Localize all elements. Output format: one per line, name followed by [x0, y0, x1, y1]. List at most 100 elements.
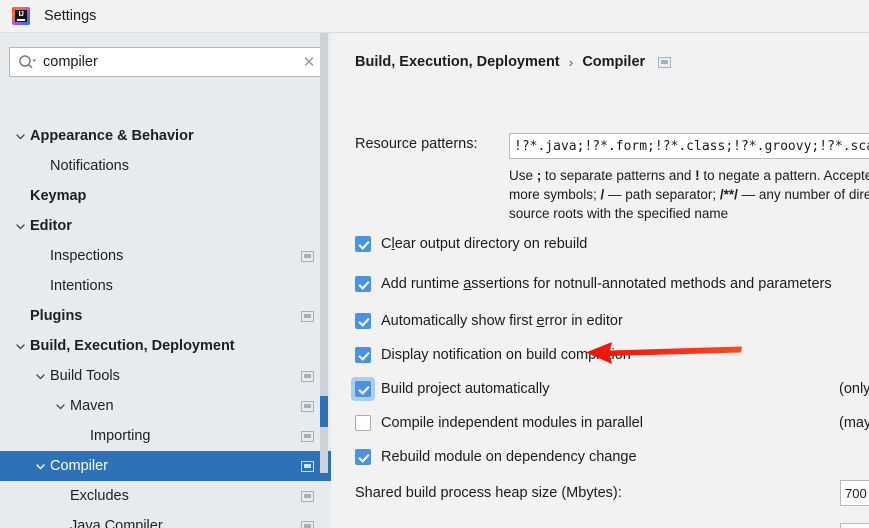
checkbox-display-notification-on-build[interactable]: Display notification on build completion [355, 344, 631, 366]
sidebar-item-label: Inspections [50, 247, 124, 264]
sidebar-item-label: Appearance & Behavior [30, 127, 194, 144]
checkbox-label: Add runtime assertions for notnull-annot… [381, 276, 832, 292]
heap-size-input[interactable] [840, 480, 869, 506]
search-box[interactable]: ✕ [9, 47, 322, 77]
vm-options-input[interactable] [840, 523, 869, 528]
resource-patterns-help: Use ; to separate patterns and ! to nega… [509, 166, 869, 223]
search-input[interactable] [37, 49, 297, 75]
help-line: Use ; to separate patterns and ! to nega… [509, 168, 869, 183]
checkbox-empty-icon[interactable] [355, 415, 371, 431]
logo-text: IJ [18, 11, 24, 18]
checkbox-clear-output-directory-on[interactable]: Clear output directory on rebuild [355, 233, 587, 255]
checkmark-icon[interactable] [355, 236, 371, 252]
checkbox-compile-independent-modules-in[interactable]: Compile independent modules in parallel [355, 412, 643, 434]
help-line: more symbols; / — path separator; /**/ —… [509, 187, 869, 202]
resource-patterns-input[interactable] [509, 133, 869, 159]
project-settings-icon [301, 520, 314, 528]
resource-patterns-label: Resource patterns: [355, 136, 478, 152]
title-bar: IJ Settings [0, 0, 869, 33]
sidebar-item-inspections[interactable]: Inspections [0, 241, 331, 271]
checkbox-note: (only works while not running / debuggin… [839, 381, 869, 397]
sidebar-item-label: Intentions [50, 277, 113, 294]
heap-size-label: Shared build process heap size (Mbytes): [355, 485, 622, 501]
chevron-down-icon[interactable] [52, 398, 68, 414]
compiler-settings-pane: Build, Execution, Deployment › Compiler … [331, 33, 869, 528]
checkbox-control[interactable] [355, 347, 381, 363]
window-title: Settings [44, 8, 97, 24]
sidebar-item-intentions[interactable]: Intentions [0, 271, 331, 301]
sidebar-item-build-tools[interactable]: Build Tools [0, 361, 331, 391]
sidebar-item-keymap[interactable]: Keymap [0, 181, 331, 211]
checkbox-control[interactable] [355, 276, 381, 292]
checkbox-rebuild-module-on-dependency[interactable]: Rebuild module on dependency change [355, 446, 637, 468]
project-settings-icon [301, 370, 314, 382]
chevron-down-icon[interactable] [32, 458, 48, 474]
sidebar-item-importing[interactable]: Importing [0, 421, 331, 451]
sidebar-item-label: Maven [70, 397, 114, 414]
sidebar-scrollbar-thumb[interactable] [320, 396, 328, 427]
checkbox-label: Display notification on build completion [381, 347, 631, 363]
checkbox-automatically-show-first-error[interactable]: Automatically show first error in editor [355, 310, 623, 332]
breadcrumb-root[interactable]: Build, Execution, Deployment [355, 54, 560, 70]
project-settings-icon [301, 310, 314, 322]
sidebar-item-excludes[interactable]: Excludes [0, 481, 331, 511]
checkmark-icon[interactable] [355, 449, 371, 465]
sidebar-item-label: Build, Execution, Deployment [30, 337, 235, 354]
sidebar-item-plugins[interactable]: Plugins [0, 301, 331, 331]
project-settings-icon [301, 490, 314, 502]
sidebar-item-maven[interactable]: Maven [0, 391, 331, 421]
chevron-down-icon[interactable] [32, 368, 48, 384]
checkbox-label: Rebuild module on dependency change [381, 449, 637, 465]
checkbox-add-runtime-assertions-for[interactable]: Add runtime assertions for notnull-annot… [355, 273, 832, 295]
sidebar-item-compiler[interactable]: Compiler [0, 451, 331, 481]
checkmark-icon[interactable] [355, 347, 371, 363]
checkbox-label: Build project automatically [381, 381, 550, 397]
checkbox-control[interactable] [355, 313, 381, 329]
heap-size-label-row: Shared build process heap size (Mbytes): [355, 485, 622, 501]
sidebar-item-appearance-behavior[interactable]: Appearance & Behavior [0, 121, 331, 151]
breadcrumb-leaf: Compiler [582, 54, 646, 70]
project-settings-icon [658, 56, 672, 68]
sidebar-item-java-compiler[interactable]: Java Compiler [0, 511, 331, 528]
sidebar-item-label: Notifications [50, 157, 129, 174]
sidebar-item-build-execution-deployment[interactable]: Build, Execution, Deployment [0, 331, 331, 361]
sidebar-item-label: Build Tools [50, 367, 120, 384]
project-settings-icon [301, 460, 314, 472]
checkbox-label: Compile independent modules in parallel [381, 415, 643, 431]
checkbox-label: Clear output directory on rebuild [381, 236, 588, 252]
search-icon[interactable] [17, 52, 37, 72]
chevron-down-icon[interactable] [12, 128, 28, 144]
project-settings-icon [301, 430, 314, 442]
sidebar-item-editor[interactable]: Editor [0, 211, 331, 241]
sidebar-item-label: Compiler [50, 457, 109, 474]
intellij-idea-logo-icon: IJ [12, 7, 30, 25]
sidebar-item-label: Editor [30, 217, 72, 234]
sidebar-item-label: Java Compiler [70, 517, 163, 528]
checkbox-control[interactable] [355, 449, 381, 465]
chevron-down-icon[interactable] [12, 338, 28, 354]
settings-tree[interactable]: Appearance & Behavior Notifications Keymap… [0, 121, 331, 528]
clear-x-icon[interactable]: ✕ [297, 49, 321, 75]
checkbox-control[interactable] [355, 415, 381, 431]
breadcrumb-separator: › [568, 54, 574, 70]
checkmark-icon[interactable] [355, 381, 371, 397]
settings-dialog: IJ Settings ✕ Appearance & Behavior Notif… [0, 0, 869, 528]
sidebar-item-notifications[interactable]: Notifications [0, 151, 331, 181]
checkbox-control[interactable] [351, 377, 381, 401]
project-settings-icon [301, 250, 314, 262]
chevron-down-icon[interactable] [12, 218, 28, 234]
checkmark-icon[interactable] [355, 313, 371, 329]
checkbox-build-project-automatically[interactable]: Build project automatically [351, 377, 550, 401]
breadcrumb: Build, Execution, Deployment › Compiler [355, 54, 672, 70]
checkbox-control[interactable] [355, 236, 381, 252]
sidebar-item-label: Excludes [70, 487, 129, 504]
checkbox-note: (may require larger heap size) [839, 415, 869, 431]
checkmark-icon[interactable] [355, 276, 371, 292]
